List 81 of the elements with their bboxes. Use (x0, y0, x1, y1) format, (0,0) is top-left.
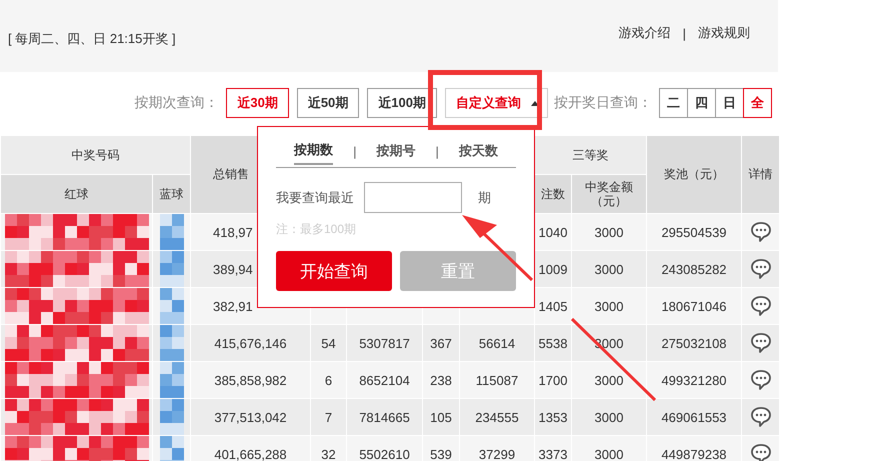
table-cell: 1405 (538, 298, 568, 314)
speech-bubble-icon[interactable] (750, 332, 772, 354)
table-cell: 115087 (476, 372, 518, 388)
period-count-field[interactable] (364, 182, 462, 213)
speech-bubble-icon[interactable] (750, 221, 772, 243)
table-cell: 1040 (538, 224, 568, 240)
table-cell: 3373 (538, 446, 568, 461)
table-cell: 295504539 (661, 224, 727, 240)
table-cell: 469061553 (661, 410, 727, 424)
link-separator: | (682, 26, 686, 40)
table-cell: 32 (321, 446, 336, 461)
day-option[interactable]: 全 (743, 88, 772, 118)
tab-separator: | (353, 144, 356, 158)
column-header: 中奖号码 (0, 136, 190, 174)
table-cell: 401,665,288 (214, 446, 287, 461)
period-filter-label: 按期次查询： (134, 94, 218, 112)
table-cell: 382,91 (213, 298, 253, 314)
table-cell: 3000 (594, 372, 624, 388)
table-cell: 539 (430, 446, 452, 461)
table-cell: 449879238 (661, 446, 727, 461)
period-option[interactable]: 近30期 (226, 88, 289, 118)
column-header: 注数 (534, 174, 572, 214)
query-mode-tab[interactable]: 按期数 (294, 137, 334, 165)
period-option[interactable]: 近50期 (296, 88, 360, 118)
table-cell: 3000 (594, 410, 624, 424)
day-option[interactable]: 四 (687, 88, 716, 118)
table-cell: 5307817 (359, 336, 410, 350)
speech-bubble-icon[interactable] (750, 406, 772, 428)
table-cell: 180671046 (661, 298, 727, 314)
table-cell: 499321280 (661, 372, 727, 388)
column-header: 三等奖 (534, 136, 646, 174)
table-cell: 389,94 (213, 262, 253, 276)
speech-bubble-icon[interactable] (750, 443, 772, 461)
game-intro-link[interactable]: 游戏介绍 (618, 24, 671, 42)
speech-bubble-icon[interactable] (750, 258, 772, 280)
game-rules-link[interactable]: 游戏规则 (698, 24, 750, 42)
table-cell: 37299 (478, 446, 516, 461)
table-cell: 377,513,042 (214, 410, 287, 424)
table-cell: 3000 (594, 224, 624, 240)
table-cell: 1353 (538, 410, 568, 424)
column-header: 中奖金额（元） (572, 174, 646, 214)
table-cell: 418,97 (213, 224, 253, 240)
column-header: 红球 (0, 174, 152, 214)
custom-query-button[interactable]: 自定义查询 (445, 88, 548, 118)
table-cell: 56614 (478, 336, 516, 350)
table-cell: 385,858,982 (214, 372, 287, 388)
table-cell: 234555 (475, 410, 519, 424)
draw-schedule: [ 每周二、四、日 21:15开奖 ] (8, 30, 176, 48)
table-cell: 3000 (594, 298, 624, 314)
table-cell: 1009 (538, 262, 568, 276)
table-cell: 54 (321, 336, 336, 350)
day-option[interactable]: 二 (659, 88, 688, 118)
table-cell: 7 (324, 410, 332, 424)
table-cell: 8652104 (359, 372, 410, 388)
table-cell: 275032108 (661, 336, 727, 350)
speech-bubble-icon[interactable] (750, 369, 772, 391)
table-cell: 3000 (594, 446, 624, 461)
table-cell: 238 (430, 372, 452, 388)
table-cell: 3000 (594, 262, 624, 276)
table-cell: 5538 (538, 336, 568, 350)
unit-label: 期 (478, 188, 491, 206)
table-cell: 6 (324, 372, 332, 388)
query-mode-tab[interactable]: 按天数 (458, 137, 498, 165)
table-cell: 415,676,146 (214, 336, 287, 350)
speech-bubble-icon[interactable] (750, 295, 772, 317)
tab-separator: | (436, 144, 439, 158)
table-cell: 367 (430, 336, 452, 350)
period-option[interactable]: 近100期 (367, 88, 437, 118)
table-cell: 5502610 (359, 446, 410, 461)
column-header: 蓝球 (152, 174, 190, 214)
day-option[interactable]: 日 (715, 88, 744, 118)
table-cell: 1700 (538, 372, 568, 388)
day-filter-label: 按开奖日查询： (554, 94, 652, 112)
start-query-button[interactable]: 开始查询 (276, 251, 392, 291)
query-mode-tab[interactable]: 按期号 (376, 137, 416, 165)
caret-icon (531, 100, 539, 106)
table-cell: 7814665 (359, 410, 410, 424)
column-header: 详情 (742, 136, 780, 214)
column-header: 奖池（元） (646, 136, 742, 214)
table-cell: 105 (430, 410, 452, 424)
table-cell: 243085282 (661, 262, 727, 276)
